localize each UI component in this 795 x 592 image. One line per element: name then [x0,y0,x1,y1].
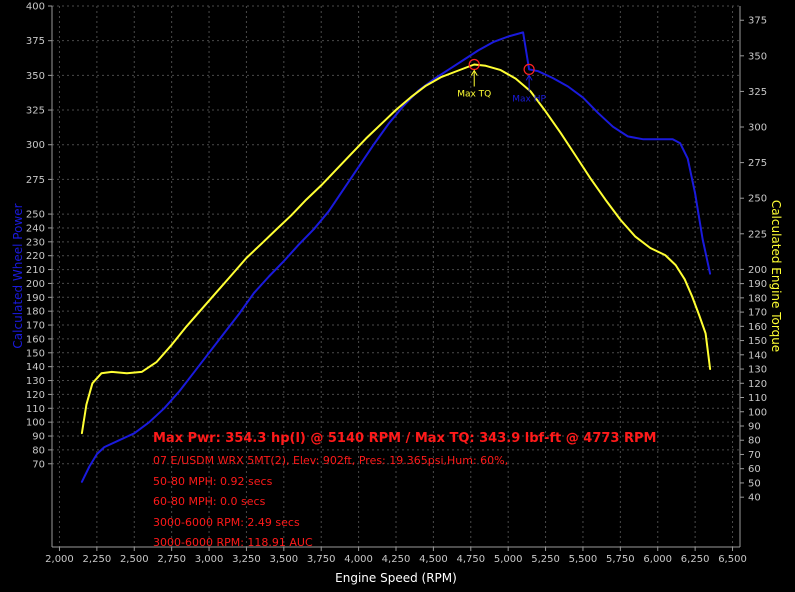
x-tick-label: 4,250 [382,554,411,565]
y-right-tick-label: 180 [748,293,767,304]
y-left-tick-label: 250 [26,210,45,221]
y-right-tick-label: 200 [748,265,767,276]
y-left-tick-label: 190 [26,293,45,304]
annotation-line: Max Pwr: 354.3 hp(l) @ 5140 RPM / Max TQ… [153,431,656,446]
y-left-tick-label: 375 [26,36,45,47]
y-right-tick-label: 190 [748,279,767,290]
x-tick-label: 3,750 [307,554,336,565]
left-axis-title: Calculated Wheel Power [11,203,25,348]
y-left-tick-label: 90 [32,432,45,443]
y-right-tick-label: 150 [748,336,767,347]
x-tick-label: 3,500 [270,554,299,565]
y-right-tick-label: 80 [748,436,761,447]
annotation-line: 60-80 MPH: 0.0 secs [153,495,266,508]
y-right-tick-label: 70 [748,450,761,461]
y-right-tick-label: 40 [748,493,761,504]
annotation-line: 3000-6000 RPM: 2.49 secs [153,516,300,529]
y-left-tick-label: 210 [26,265,45,276]
y-left-tick-label: 80 [32,445,45,456]
y-right-tick-label: 375 [748,16,767,27]
y-right-tick-label: 275 [748,158,767,169]
x-tick-label: 2,750 [157,554,186,565]
y-right-tick-label: 170 [748,308,767,319]
y-right-tick-label: 110 [748,393,767,404]
x-tick-label: 5,250 [531,554,560,565]
y-right-tick-label: 90 [748,421,761,432]
y-left-tick-label: 180 [26,307,45,318]
y-left-tick-label: 300 [26,140,45,151]
y-left-tick-label: 230 [26,237,45,248]
y-left-tick-label: 350 [26,71,45,82]
y-left-tick-label: 275 [26,175,45,186]
x-tick-label: 6,500 [718,554,747,565]
y-left-tick-label: 100 [26,418,45,429]
y-right-tick-label: 325 [748,87,767,98]
x-tick-label: 5,000 [494,554,523,565]
y-left-tick-label: 120 [26,390,45,401]
y-left-tick-label: 150 [26,348,45,359]
x-axis-title: Engine Speed (RPM) [335,571,457,585]
y-left-tick-label: 70 [32,459,45,470]
y-left-tick-label: 400 [26,2,45,13]
x-tick-label: 4,500 [419,554,448,565]
y-left-tick-label: 200 [26,279,45,290]
y-right-tick-label: 100 [748,407,767,418]
x-tick-label: 3,000 [195,554,224,565]
y-left-tick-label: 170 [26,321,45,332]
x-tick-label: 4,750 [456,554,485,565]
y-right-tick-label: 300 [748,123,767,134]
y-right-tick-label: 140 [748,350,767,361]
x-tick-label: 6,250 [681,554,710,565]
x-tick-label: 3,250 [232,554,261,565]
x-tick-label: 5,750 [606,554,635,565]
annotation-line: 50-80 MPH: 0.92 secs [153,475,273,488]
y-right-tick-label: 160 [748,322,767,333]
right-axis-title: Calculated Engine Torque [769,200,783,352]
dyno-chart-svg: 2,000 2,250 2,500 2,750 3,000 3,250 3,500 3,750… [0,0,795,592]
max-tq-label: Max TQ [457,90,491,100]
y-right-tick-label: 130 [748,365,767,376]
y-left-tick-label: 130 [26,376,45,387]
x-tick-label: 5,500 [569,554,598,565]
y-right-tick-label: 50 [748,478,761,489]
y-left-tick-label: 240 [26,223,45,234]
x-tick-label: 6,000 [643,554,672,565]
y-left-tick-label: 160 [26,334,45,345]
y-right-tick-label: 250 [748,194,767,205]
y-right-tick-label: 60 [748,464,761,475]
y-left-tick-label: 220 [26,251,45,262]
x-tick-label: 2,000 [45,554,74,565]
y-right-tick-label: 350 [748,51,767,62]
y-left-tick-label: 325 [26,106,45,117]
dyno-chart: 2,000 2,250 2,500 2,750 3,000 3,250 3,500 3,750… [0,0,795,592]
y-right-tick-label: 225 [748,229,767,240]
max-hp-label: Max HP [512,94,546,104]
y-left-tick-label: 110 [26,404,45,415]
annotation-line: 3000-6000 RPM: 118.91 AUC [153,536,313,549]
x-tick-label: 4,000 [344,554,373,565]
x-tick-label: 2,500 [120,554,149,565]
y-left-tick-label: 140 [26,362,45,373]
annotation-line: 07 E/USDM WRX 5MT(2), Elev: 902ft, Pres:… [153,454,508,467]
x-tick-label: 2,250 [83,554,112,565]
y-right-tick-label: 120 [748,379,767,390]
